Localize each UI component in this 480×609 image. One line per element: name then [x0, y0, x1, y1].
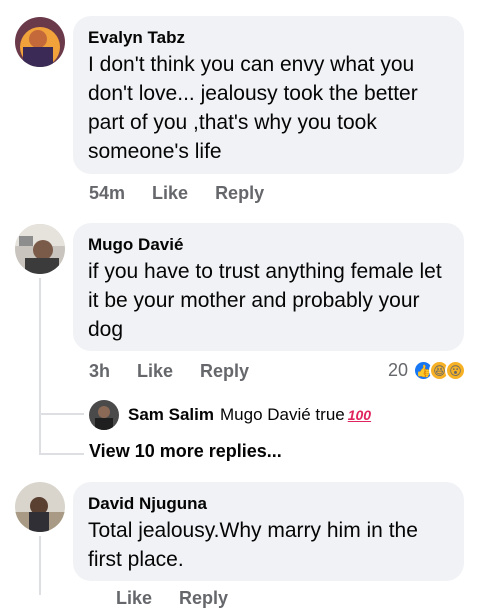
- reaction-count: 20: [387, 360, 408, 380]
- comment-time[interactable]: 3h: [89, 361, 110, 382]
- comment-text: if you have to trust anything female let…: [88, 260, 442, 341]
- comment-text: I don't think you can envy what you don'…: [88, 53, 418, 163]
- reply-preview[interactable]: Sam Salim Mugo Davié true 100: [89, 399, 371, 431]
- hundred-points-icon: 100: [347, 407, 372, 423]
- avatar[interactable]: [15, 482, 65, 532]
- view-more-replies-link[interactable]: View 10 more replies...: [89, 441, 282, 462]
- thread-line: [39, 413, 84, 415]
- reply-text: Mugo Davié true: [220, 405, 345, 424]
- comment-time[interactable]: 54m: [89, 183, 125, 204]
- avatar[interactable]: [15, 224, 65, 274]
- comment-bubble: Evalyn Tabz I don't think you can envy w…: [73, 16, 464, 174]
- reply-author[interactable]: Sam Salim: [128, 405, 214, 425]
- comment-bubble: Mugo Davié if you have to trust anything…: [73, 223, 464, 351]
- comment-bubble: David Njuguna Total jealousy.Why marry h…: [73, 482, 464, 581]
- reply-button[interactable]: Reply: [215, 183, 264, 204]
- comment-actions: 3h Like Reply: [89, 361, 249, 382]
- like-button[interactable]: Like: [152, 183, 188, 204]
- thread-line: [39, 453, 84, 455]
- comment-text: Total jealousy.Why marry him in the firs…: [88, 519, 418, 571]
- comment-author[interactable]: Mugo Davié: [88, 234, 448, 256]
- thread-line: [39, 278, 41, 414]
- wow-icon: 😮: [445, 360, 466, 381]
- comment-actions: 54m Like Reply: [89, 183, 264, 204]
- like-button[interactable]: Like: [116, 588, 152, 609]
- comment-actions: Like Reply: [89, 588, 228, 609]
- thread-line: [39, 413, 41, 455]
- reply-button[interactable]: Reply: [179, 588, 228, 609]
- comment-author[interactable]: David Njuguna: [88, 493, 448, 515]
- thread-line: [39, 536, 41, 595]
- reaction-summary[interactable]: 20 👍 😆 😮: [388, 360, 466, 381]
- avatar[interactable]: [15, 17, 65, 67]
- like-button[interactable]: Like: [137, 361, 173, 382]
- avatar[interactable]: [89, 400, 119, 430]
- comment-author[interactable]: Evalyn Tabz: [88, 27, 448, 49]
- reply-button[interactable]: Reply: [200, 361, 249, 382]
